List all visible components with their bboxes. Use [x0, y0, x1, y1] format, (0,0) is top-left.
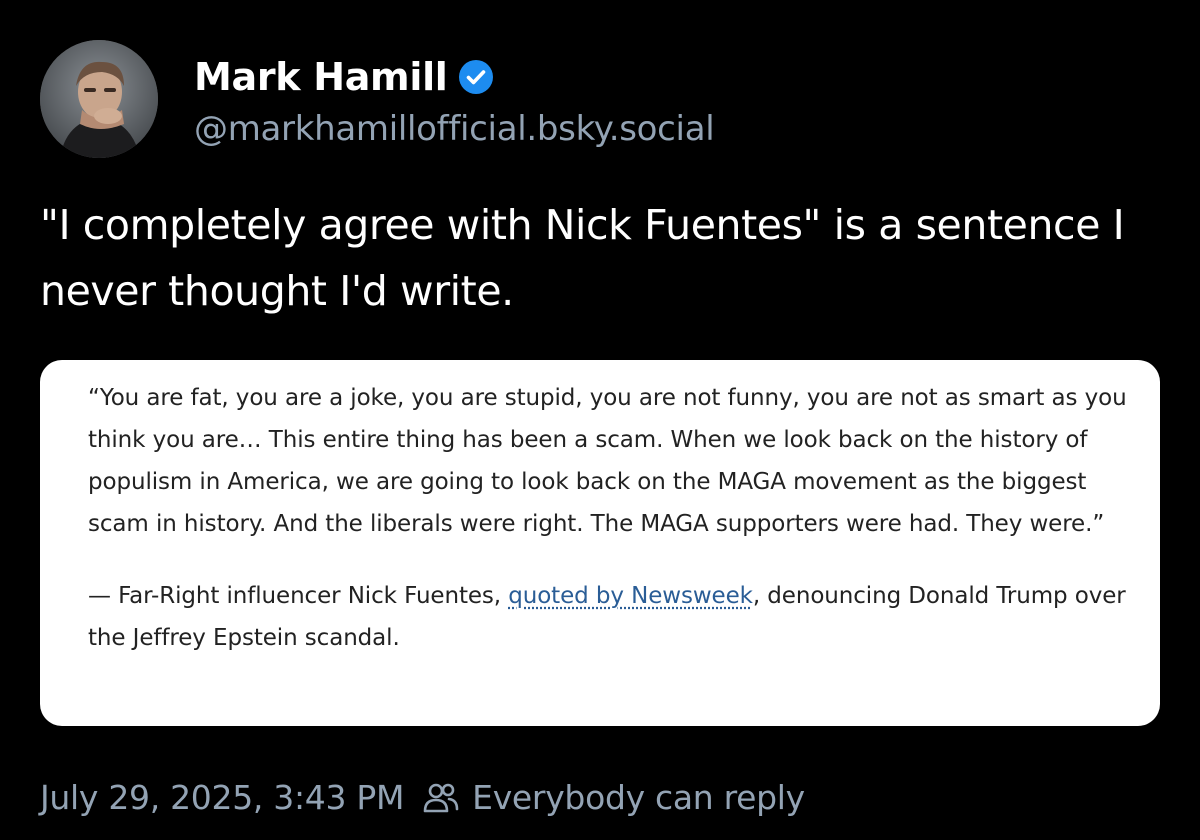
reply-setting-label: Everybody can reply: [472, 778, 805, 817]
author-handle[interactable]: @markhamillofficial.bsky.social: [194, 109, 715, 149]
display-name[interactable]: Mark Hamill: [194, 55, 448, 99]
people-icon: [422, 779, 460, 817]
newsweek-link[interactable]: quoted by Newsweek: [508, 583, 753, 609]
attribution-prefix: — Far-Right influencer Nick Fuentes,: [88, 583, 509, 609]
avatar[interactable]: [40, 40, 158, 158]
post: Mark Hamill @markhamillofficial.bsky.soc…: [0, 0, 1200, 840]
post-text: "I completely agree with Nick Fuentes" i…: [40, 201, 1125, 315]
quote-attribution: — Far-Right influencer Nick Fuentes, quo…: [88, 575, 1130, 659]
reply-setting[interactable]: Everybody can reply: [422, 778, 805, 817]
post-footer: July 29, 2025, 3:43 PM Everybody can rep…: [40, 778, 805, 817]
quote-text: “You are fat, you are a joke, you are st…: [88, 385, 1127, 537]
display-name-row: Mark Hamill: [194, 49, 714, 105]
avatar-image: [40, 40, 158, 158]
quote-card-image[interactable]: “You are fat, you are a joke, you are st…: [40, 360, 1160, 726]
post-header: Mark Hamill @markhamillofficial.bsky.soc…: [40, 40, 715, 158]
author-names: Mark Hamill @markhamillofficial.bsky.soc…: [194, 49, 715, 149]
post-timestamp[interactable]: July 29, 2025, 3:43 PM: [40, 778, 404, 817]
verified-check-icon[interactable]: [458, 59, 494, 95]
